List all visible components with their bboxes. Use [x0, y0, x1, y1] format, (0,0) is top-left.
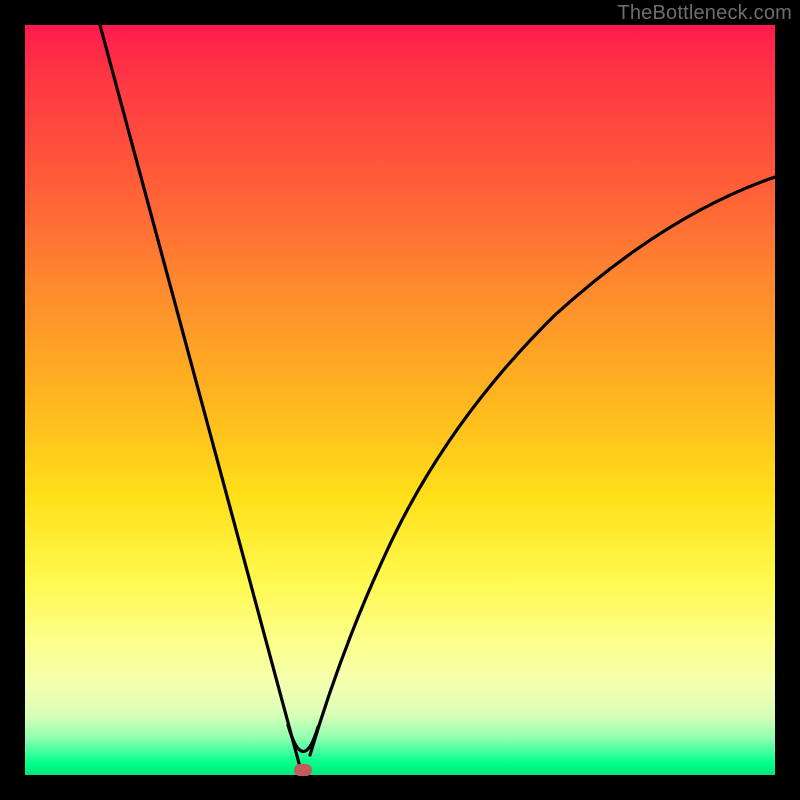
chart-frame: TheBottleneck.com: [0, 0, 800, 800]
plot-background: [25, 25, 775, 775]
watermark-text: TheBottleneck.com: [617, 2, 792, 25]
